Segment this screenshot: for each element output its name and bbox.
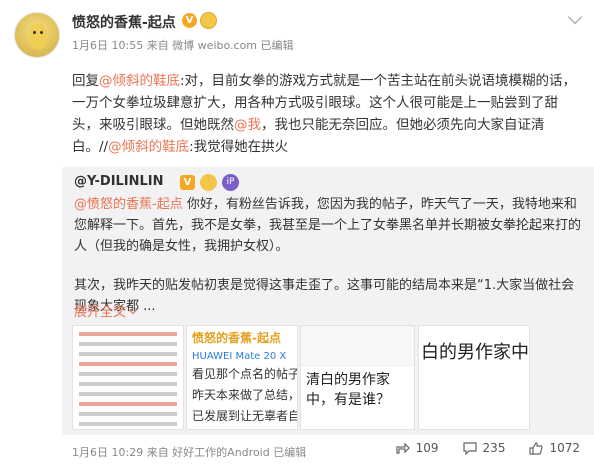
- thumb-title: 愤怒的香蕉-起点: [192, 331, 281, 345]
- post-body: :我觉得她在拱火: [189, 139, 289, 155]
- expand-label: 展开全文: [74, 305, 127, 320]
- thumb-text: 情。: [187, 429, 297, 430]
- verified-badge-icon: V: [180, 175, 195, 190]
- mention-link[interactable]: @我: [234, 117, 261, 133]
- member-badge-icon: [200, 12, 217, 29]
- image-thumbnail[interactable]: [72, 325, 184, 430]
- thumb-text: 昨天本来做了总结，今: [192, 388, 297, 402]
- eye-icon: [33, 31, 36, 34]
- thumb-text: 看见那个点名的帖子: [192, 367, 298, 381]
- username[interactable]: 愤怒的香蕉-起点: [72, 12, 176, 32]
- post-text: 回复@倾斜的鞋底:对，目前女拳的游戏方式就是一个苦主站在前头说语境模糊的话，一万…: [72, 70, 580, 158]
- chevron-down-icon[interactable]: [567, 9, 583, 25]
- thumbs-up-icon: [529, 441, 543, 455]
- level-badge-icon: iP: [222, 174, 239, 191]
- comment-count: 235: [482, 441, 506, 455]
- like-button[interactable]: 1072: [529, 441, 580, 455]
- thumb-text: 清白的男作家中，有是谁？: [306, 372, 390, 408]
- chevron-down-icon: [128, 305, 138, 315]
- mention-link[interactable]: @愤怒的香蕉-起点: [74, 197, 183, 212]
- member-badge-icon: [200, 174, 217, 191]
- thumb-text: 白的男作家中，谁？: [421, 342, 529, 363]
- action-bar: 109 235 1072: [396, 441, 580, 455]
- comment-icon: [462, 441, 477, 455]
- avatar[interactable]: [14, 12, 60, 58]
- thumb-device: HUAWEI Mate 20 X: [192, 351, 287, 362]
- repost-text: @愤怒的香蕉-起点 你好，有粉丝告诉我，您因为我的帖子，昨天气了一天，我特地来和…: [74, 194, 584, 257]
- repost-username[interactable]: @Y-DILINLIN: [74, 174, 164, 189]
- repost-meta: 1月6日 10:29 来自 好好工作的Android 已编辑: [72, 446, 307, 459]
- share-count: 109: [415, 441, 439, 455]
- repost-card[interactable]: @Y-DILINLIN V iP @愤怒的香蕉-起点 你好，有粉丝告诉我，您因为…: [62, 167, 594, 435]
- image-thumbnail[interactable]: 白的男作家中，谁？: [418, 325, 530, 430]
- verified-badge-icon: V: [182, 13, 197, 28]
- image-thumbnail[interactable]: 愤怒的香蕉-起点 HUAWEI Mate 20 X 看见那个点名的帖子 昨天本来…: [186, 325, 298, 430]
- repost-text-2: 其次，我昨天的贴发帖初衷是觉得这事走歪了。这事可能的结局本来是“1.大家当做社会…: [74, 278, 575, 314]
- reply-prefix: 回复: [72, 73, 99, 89]
- mention-link[interactable]: @倾斜的鞋底: [108, 139, 189, 155]
- mention-link[interactable]: @倾斜的鞋底: [99, 73, 180, 89]
- banana-face-icon: [29, 23, 47, 49]
- image-thumbnail[interactable]: 清白的男作家中，有是谁？: [300, 325, 415, 430]
- share-button[interactable]: 109: [396, 441, 439, 455]
- eye-icon: [40, 31, 43, 34]
- post-meta: 1月6日 10:55 来自 微博 weibo.com 已编辑: [72, 39, 294, 52]
- share-icon: [396, 442, 410, 454]
- expand-full-text-link[interactable]: 展开全文: [74, 301, 138, 320]
- thumb-text: 已发展到让无辜者自证: [192, 409, 297, 423]
- comment-button[interactable]: 235: [462, 441, 506, 455]
- like-count: 1072: [549, 441, 580, 455]
- post-header: 愤怒的香蕉-起点 V 1月6日 10:55 来自 微博 weibo.com 已编…: [0, 0, 594, 64]
